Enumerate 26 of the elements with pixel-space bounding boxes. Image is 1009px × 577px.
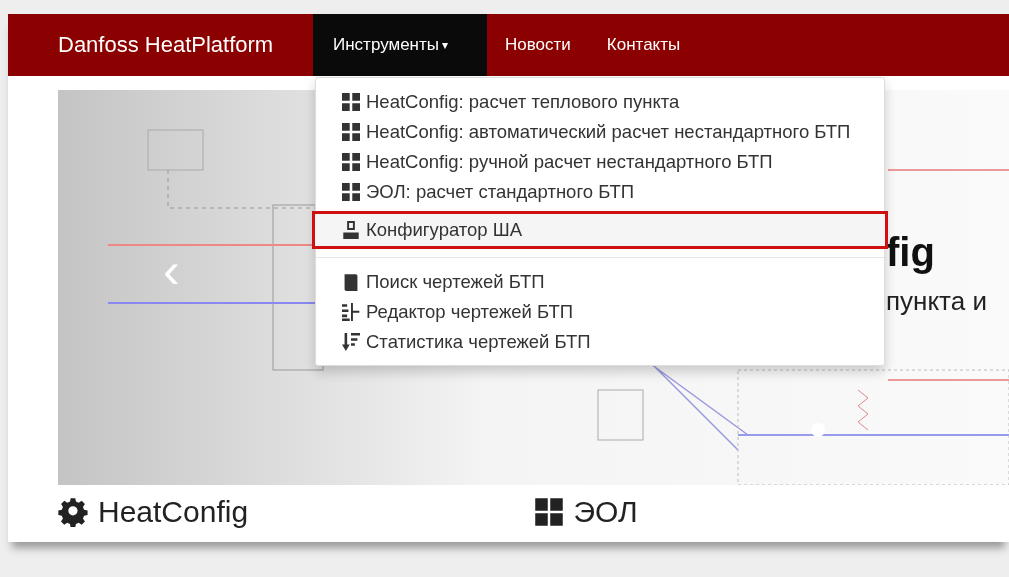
nav-link[interactable]: Контакты [588, 14, 699, 76]
carousel-caption: пункта и [886, 286, 987, 316]
section-heading: ЭОЛ [573, 495, 638, 529]
list-icon [342, 303, 360, 321]
carousel-title: fig [886, 230, 936, 274]
grid-icon [342, 183, 360, 201]
grid-icon [342, 153, 360, 171]
menu-item[interactable]: Конфигуратор ША [312, 211, 888, 249]
menu-item[interactable]: HeatConfig: расчет теплового пункта [316, 87, 884, 117]
menu-item[interactable]: Статистика чертежей БТП [316, 327, 884, 357]
menu-item[interactable]: Редактор чертежей БТП [316, 297, 884, 327]
menu-item[interactable]: HeatConfig: автоматический расчет нестандартного БТП [316, 117, 884, 147]
book-icon [342, 273, 360, 291]
brand-link[interactable]: Danfoss HeatPlatform [58, 14, 280, 76]
menu-item[interactable]: HeatConfig: ручной расчет нестандартного БТП [316, 147, 884, 177]
grid-icon [342, 123, 360, 141]
menu-item[interactable]: Поиск чертежей БТП [316, 267, 884, 297]
nav-link[interactable]: Новости [487, 14, 589, 76]
menu-item[interactable]: ЭОЛ: расчет стандартного БТП [316, 177, 884, 207]
sort-icon [342, 333, 360, 351]
gear-icon [58, 497, 88, 527]
section-heading: HeatConfig [98, 495, 249, 529]
grid-icon [342, 93, 360, 111]
nav-link[interactable]: Инструменты ▾ [313, 14, 487, 76]
user-icon [342, 221, 360, 239]
grid-icon [533, 497, 564, 527]
